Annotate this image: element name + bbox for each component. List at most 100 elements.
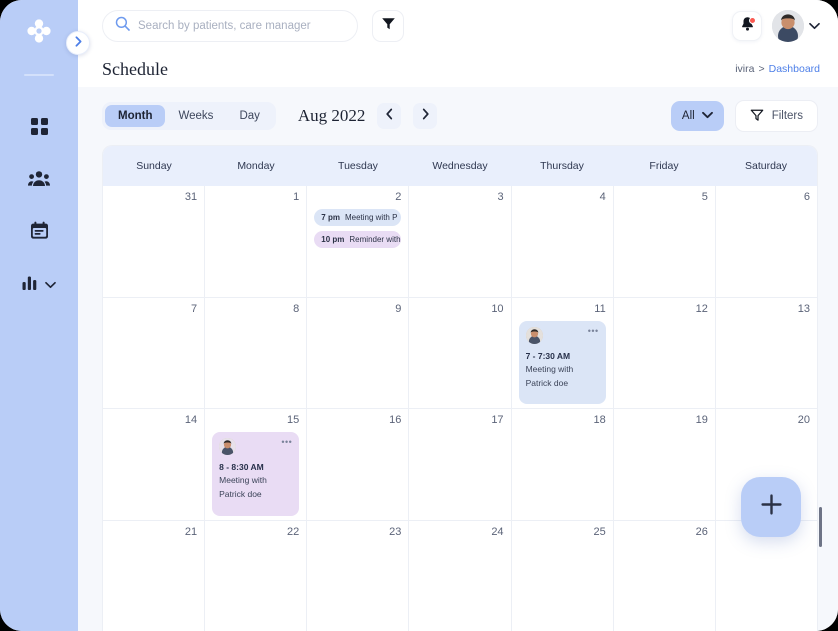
day-number: 10 (491, 302, 504, 315)
day-number: 20 (797, 414, 810, 426)
day-number: 19 (695, 414, 708, 426)
calendar-day-cell[interactable]: 3 (408, 186, 510, 297)
event-chip[interactable]: 10 pm Reminder with (314, 231, 402, 248)
breadcrumb-current[interactable]: Dashboard (769, 63, 820, 75)
sidebar-item-schedule[interactable] (15, 220, 63, 246)
all-filter-dropdown[interactable]: All (670, 101, 724, 131)
event-title-line2: Patrick doe (525, 377, 569, 388)
calendar-day-cell[interactable]: 18 (510, 409, 613, 520)
funnel-icon (750, 108, 764, 125)
event-chip-time: 10 pm (321, 235, 345, 244)
calendar-day-cell[interactable]: 5 (612, 186, 715, 297)
event-card[interactable]: ••• 7 - 7:30 AM Meeting with Patrick doe (518, 320, 606, 404)
day-number: 22 (287, 525, 300, 538)
calendar-day-cell[interactable]: 21 (103, 521, 204, 631)
search-input[interactable] (138, 19, 345, 32)
view-option-weeks[interactable]: Weeks (165, 105, 226, 127)
view-option-month[interactable]: Month (105, 105, 166, 127)
clover-logo-icon[interactable] (24, 16, 54, 46)
calendar-day-cell[interactable] (714, 520, 817, 631)
user-menu[interactable] (772, 9, 820, 42)
prev-period-button[interactable] (377, 103, 402, 129)
day-number: 14 (184, 414, 198, 426)
day-number: 25 (593, 525, 606, 538)
calendar-toolbar: Month Weeks Day Aug 2022 All Filters (78, 87, 838, 145)
event-time: 8 - 8:30 AM (219, 462, 264, 472)
calendar-day-cell[interactable]: 6 (714, 186, 817, 297)
calendar-day-cell[interactable]: 25 (510, 520, 613, 631)
calendar-day-cell[interactable]: 31 (103, 186, 204, 297)
event-title-line2: Patrick doe (219, 489, 262, 500)
filter-icon-button[interactable] (372, 9, 404, 42)
event-card[interactable]: ••• 8 - 8:30 AM Meeting with Patrick doe (212, 432, 300, 516)
day-header-monday: Monday (237, 160, 275, 172)
avatar (772, 9, 804, 42)
calendar-day-cell[interactable]: 19 (612, 409, 715, 520)
filters-label: Filters (771, 110, 803, 122)
notification-badge-dot (749, 16, 756, 24)
filters-button[interactable]: Filters (734, 100, 818, 132)
sidebar-nav (0, 116, 78, 298)
day-number: 3 (497, 191, 504, 203)
calendar-day-cell[interactable]: 8 (204, 297, 306, 408)
calendar-day-cell[interactable]: 4 (510, 186, 613, 297)
day-header-sunday: Sunday (136, 160, 172, 172)
calendar-day-cell[interactable]: 26 (612, 520, 715, 631)
sidebar-collapse-toggle[interactable] (66, 31, 90, 55)
sidebar-divider (24, 74, 54, 76)
app-window: Schedule ivira > Dashboard Month Weeks D… (0, 0, 838, 631)
funnel-icon (381, 16, 396, 36)
day-header-tuesday: Tuesday (338, 160, 378, 172)
calendar-day-cell[interactable]: 23 (306, 520, 408, 631)
day-number: 12 (695, 302, 708, 315)
calendar-day-cell[interactable]: 22 (204, 520, 306, 631)
day-number: 26 (695, 525, 708, 538)
event-title-line1: Meeting with (219, 475, 267, 485)
plus-icon (759, 492, 784, 522)
calendar-day-cell[interactable]: 17 (408, 409, 510, 520)
view-option-day[interactable]: Day (226, 105, 272, 127)
calendar-day-cell[interactable]: 10 (408, 297, 510, 408)
calendar-day-cell[interactable]: 1 (204, 186, 306, 297)
calendar-day-cell[interactable]: 11 ••• 7 - 7:30 AM Meeting with Patrick … (510, 297, 613, 408)
calendar-icon (30, 221, 49, 245)
day-number: 8 (293, 302, 300, 315)
calendar-day-cell[interactable]: 24 (408, 520, 510, 631)
sidebar-item-reports[interactable] (15, 272, 63, 298)
calendar-scrollbar-thumb[interactable] (818, 507, 822, 547)
calendar-day-cell[interactable]: 13 (714, 297, 817, 408)
calendar-day-cell[interactable]: 14 (103, 409, 204, 520)
period-label: Aug 2022 (297, 106, 366, 125)
chevron-left-icon (385, 107, 394, 125)
more-dots-icon[interactable]: ••• (588, 326, 599, 336)
search-box[interactable] (102, 9, 358, 42)
day-number: 5 (701, 191, 708, 203)
view-switcher: Month Weeks Day (102, 102, 276, 130)
notifications-button[interactable] (732, 10, 762, 41)
more-dots-icon[interactable]: ••• (281, 438, 292, 447)
event-chip[interactable]: 7 pm Meeting with P (314, 209, 402, 226)
day-number: 13 (797, 302, 810, 315)
day-number: 18 (593, 414, 606, 426)
day-number: 1 (293, 191, 300, 203)
sidebar-item-dashboard[interactable] (15, 116, 63, 142)
next-period-button[interactable] (413, 103, 438, 129)
search-icon (115, 16, 130, 36)
calendar-day-cell[interactable]: 16 (306, 409, 408, 520)
calendar-day-cell[interactable]: 9 (306, 297, 408, 408)
page-header: Schedule ivira > Dashboard (78, 51, 838, 87)
people-group-icon (28, 170, 50, 192)
calendar-day-cell[interactable]: 15 ••• 8 - 8:30 AM Meeting with Patrick … (204, 409, 306, 520)
breadcrumb-root[interactable]: ivira (735, 63, 754, 75)
day-number: 6 (803, 191, 810, 203)
day-number: 21 (184, 525, 198, 538)
toolbar-right: All Filters (670, 100, 818, 132)
day-header-thursday: Thursday (540, 160, 584, 172)
page-title: Schedule (102, 58, 168, 79)
day-header-saturday: Saturday (744, 160, 788, 172)
sidebar-item-patients[interactable] (15, 168, 63, 194)
calendar-day-cell[interactable]: 7 (103, 298, 204, 409)
add-event-button[interactable] (741, 477, 801, 537)
calendar-day-cell[interactable]: 2 7 pm Meeting with P 10 pm Reminder wit… (306, 186, 408, 297)
calendar-day-cell[interactable]: 12 (612, 297, 715, 408)
